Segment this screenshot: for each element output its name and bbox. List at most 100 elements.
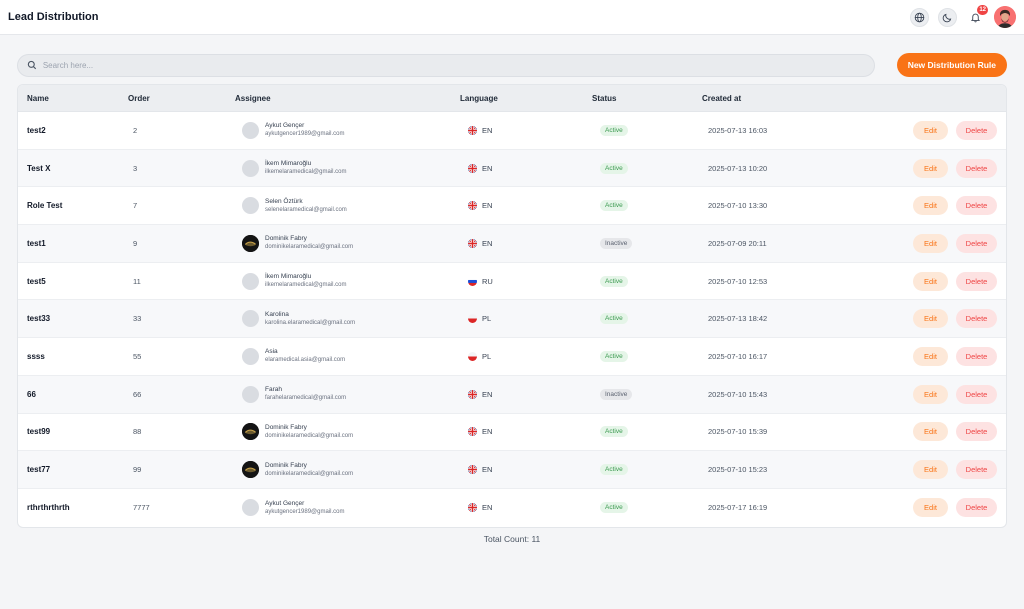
- table-row: test99 88 Dominik Fabry dominikelaramedical…: [18, 414, 1006, 452]
- language-cell: PL: [460, 351, 592, 361]
- row-actions: Edit Delete: [902, 120, 1006, 140]
- assignee-cell: Aykut Gençer aykutgencer1989@gmail.com: [235, 121, 460, 139]
- delete-button[interactable]: Delete: [956, 498, 997, 518]
- order-cell: 7777: [127, 503, 235, 512]
- table-row: ssss 55 Asia elaramedical.asia@gmail.com PL A…: [18, 338, 1006, 376]
- created-at-cell: 2025-07-13 16:03: [702, 126, 902, 135]
- status-badge: Active: [600, 350, 628, 362]
- new-distribution-rule-button[interactable]: New Distribution Rule: [896, 53, 1007, 77]
- assignee-cell: Dominik Fabry dominikelaramedical@gmail.c…: [235, 461, 460, 479]
- column-header-created-at[interactable]: Created at: [702, 94, 902, 103]
- edit-button[interactable]: Edit: [913, 158, 948, 178]
- delete-button[interactable]: Delete: [956, 422, 997, 442]
- table-row: test1 9 Dominik Fabry dominikelaramedical@g…: [18, 225, 1006, 263]
- russia-flag-icon: [468, 276, 477, 286]
- edit-button[interactable]: Edit: [913, 346, 948, 366]
- column-header-language[interactable]: Language: [460, 94, 592, 103]
- table-body: test2 2 Aykut Gençer aykutgencer1989@gmail.…: [18, 112, 1006, 527]
- language-cell: EN: [460, 201, 592, 211]
- table-row: test77 99 Dominik Fabry dominikelaramedical…: [18, 451, 1006, 489]
- column-header-status[interactable]: Status: [592, 94, 702, 103]
- edit-button[interactable]: Edit: [913, 233, 948, 253]
- assignee-name: Farah: [265, 386, 282, 394]
- rule-name: Test X: [27, 163, 51, 173]
- rule-name-cell: test1: [18, 239, 127, 248]
- created-at: 2025-07-10 13:30: [708, 201, 768, 211]
- assignee-cell: Selen Öztürk selenelaramedical@gmail.com: [235, 197, 460, 215]
- moon-icon: [942, 13, 952, 22]
- column-header-assignee[interactable]: Assignee: [235, 94, 460, 103]
- delete-button[interactable]: Delete: [956, 460, 997, 480]
- delete-button[interactable]: Delete: [956, 384, 997, 404]
- assignee-info: İkem Mimaroğlu ilkemelaramedical@gmail.co…: [265, 272, 346, 290]
- search-bar[interactable]: [17, 53, 875, 77]
- rule-name: ssss: [27, 351, 45, 361]
- uk-flag-icon: [468, 125, 477, 135]
- assignee: Dominik Fabry dominikelaramedical@gmail.c…: [242, 461, 460, 479]
- created-at: 2025-07-13 16:03: [708, 125, 768, 135]
- assignee-email: karolina.elaramedical@gmail.com: [265, 319, 356, 326]
- assignee-name: Dominik Fabry: [265, 423, 307, 431]
- edit-button[interactable]: Edit: [913, 498, 948, 518]
- delete-button[interactable]: Delete: [956, 309, 997, 329]
- order-value: 9: [133, 238, 138, 248]
- language-button[interactable]: [910, 7, 929, 27]
- edit-button[interactable]: Edit: [913, 196, 948, 216]
- status-cell: Active: [592, 162, 702, 174]
- edit-button[interactable]: Edit: [913, 271, 948, 291]
- search-input[interactable]: [42, 60, 865, 70]
- user-photo-icon: [994, 6, 1016, 28]
- status-cell: Inactive: [592, 237, 702, 249]
- delete-button[interactable]: Delete: [956, 271, 997, 291]
- assignee-avatar: [242, 159, 259, 177]
- order-cell: 3: [127, 164, 235, 173]
- theme-toggle-button[interactable]: [938, 7, 957, 27]
- language-code: EN: [482, 389, 493, 399]
- assignee-name: Selen Öztürk: [265, 197, 303, 205]
- row-actions: Edit Delete: [902, 384, 1006, 404]
- created-at-cell: 2025-07-13 10:20: [702, 164, 902, 173]
- uk-flag-icon: [468, 163, 477, 173]
- created-at: 2025-07-10 16:17: [708, 351, 768, 361]
- user-avatar[interactable]: [994, 6, 1016, 28]
- status-badge: Inactive: [600, 388, 633, 400]
- language-code: EN: [482, 163, 493, 173]
- delete-button[interactable]: Delete: [956, 233, 997, 253]
- language-code: EN: [482, 503, 493, 513]
- assignee-cell: Aykut Gençer aykutgencer1989@gmail.com: [235, 499, 460, 517]
- assignee-info: Karolina karolina.elaramedical@gmail.com: [265, 310, 355, 328]
- status-cell: Active: [592, 426, 702, 438]
- language-cell: EN: [460, 163, 592, 173]
- column-header-name[interactable]: Name: [18, 94, 127, 103]
- column-header-order[interactable]: Order: [127, 94, 235, 103]
- assignee-email: dominikelaramedical@gmail.com: [265, 470, 354, 477]
- assignee: Aykut Gençer aykutgencer1989@gmail.com: [242, 121, 460, 139]
- edit-button[interactable]: Edit: [913, 120, 948, 140]
- language: EN: [468, 125, 592, 135]
- edit-button[interactable]: Edit: [913, 460, 948, 480]
- delete-button[interactable]: Delete: [956, 158, 997, 178]
- notifications-button[interactable]: 12: [966, 4, 988, 27]
- assignee-cell: İkem Mimaroğlu ilkemelaramedical@gmail.co…: [235, 159, 460, 177]
- delete-button[interactable]: Delete: [956, 346, 997, 366]
- created-at: 2025-07-09 20:11: [708, 238, 767, 248]
- assignee-cell: Farah farahelaramedical@gmail.com: [235, 385, 460, 403]
- edit-button[interactable]: Edit: [913, 384, 948, 404]
- row-actions: Edit Delete: [902, 422, 1006, 442]
- delete-button[interactable]: Delete: [956, 120, 997, 140]
- rule-name-cell: Test X: [18, 164, 127, 173]
- assignee-info: Asia elaramedical.asia@gmail.com: [265, 347, 345, 365]
- status-cell: Active: [592, 124, 702, 136]
- edit-button[interactable]: Edit: [913, 422, 948, 442]
- order-cell: 33: [127, 314, 235, 323]
- edit-button[interactable]: Edit: [913, 309, 948, 329]
- delete-button[interactable]: Delete: [956, 196, 997, 216]
- language: RU: [468, 276, 592, 286]
- language: EN: [468, 465, 592, 475]
- rule-name-cell: test5: [18, 277, 127, 286]
- language-cell: EN: [460, 125, 592, 135]
- assignee-name: Asia: [265, 348, 278, 356]
- language-cell: EN: [460, 465, 592, 475]
- notification-badge: 12: [977, 4, 988, 15]
- order-cell: 9: [127, 239, 235, 248]
